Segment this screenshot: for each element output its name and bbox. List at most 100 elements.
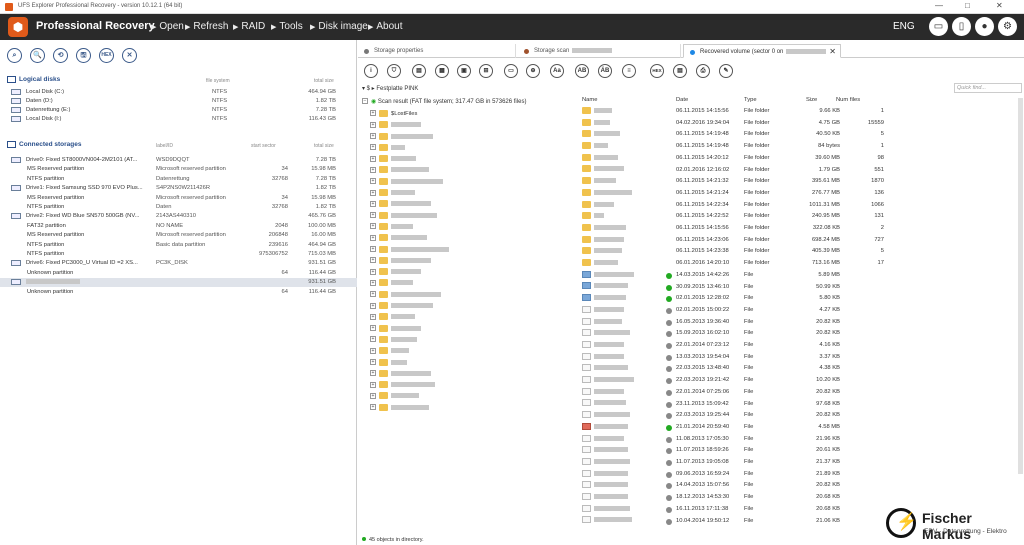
menu-about[interactable]: ▶ About — [368, 21, 403, 32]
file-list-row[interactable]: 11.07.2013 19:05:08 File 21.37 KB — [578, 457, 1024, 469]
tree-folder-item[interactable]: + — [370, 188, 415, 199]
file-list-row[interactable]: 30.09.2015 13:46:10 File 50.99 KB — [578, 282, 1024, 294]
logical-disk-row[interactable]: Local Disk (C:) NTFS 464.94 GB — [0, 88, 357, 97]
hex-icon[interactable]: HEX — [650, 64, 664, 78]
file-list-row[interactable]: 14.04.2013 15:07:56 File 20.82 KB — [578, 480, 1024, 492]
tree-folder-item[interactable]: + — [370, 346, 409, 357]
tree-folder-item[interactable]: + — [370, 301, 433, 312]
expand-icon[interactable]: + — [370, 234, 376, 241]
view-icon[interactable]: ▭ — [504, 64, 518, 78]
expand-icon[interactable]: + — [370, 404, 376, 411]
tree-folder-item[interactable]: + — [370, 154, 416, 165]
tree-folder-item[interactable]: + — [370, 143, 405, 154]
expand-icon[interactable]: + — [370, 110, 376, 117]
drive-row[interactable]: Drive0: Fixed ST8000VN004-2M2101 (AT... W… — [0, 156, 357, 165]
maximize-button[interactable]: □ — [965, 1, 970, 10]
tree-folder-item[interactable]: + — [370, 199, 431, 210]
drive-row[interactable]: Drive6: Fixed PC3000_U Virtual ID =2 XS.… — [0, 259, 357, 268]
properties-icon[interactable]: ≡ — [622, 64, 636, 78]
path-bar[interactable]: ▾ $ ▸ Festplatte PINK — [362, 85, 418, 92]
tab-2[interactable]: Recovered volume (sector 0 on ✕ — [683, 44, 841, 58]
file-list-row[interactable]: 06.11.2015 14:21:24 File folder 276.77 MB 1… — [578, 188, 1024, 200]
file-list-row[interactable]: 06.11.2015 14:23:06 File folder 698.24 MB 7… — [578, 235, 1024, 247]
expand-icon[interactable]: + — [370, 359, 376, 366]
col-type[interactable]: Type — [744, 97, 757, 103]
partition-row[interactable]: MS Reserved partition Microsoft reserved … — [0, 231, 357, 240]
partition-row[interactable]: Unknown partition 64 116.44 GB — [0, 269, 357, 278]
expand-icon[interactable]: + — [370, 381, 376, 388]
file-list-row[interactable]: 06.01.2016 14:20:10 File folder 713.16 MB 1… — [578, 258, 1024, 270]
tree-folder-item[interactable]: + — [370, 279, 413, 290]
tree-folder-item[interactable]: + — [370, 358, 407, 369]
list-scrollbar[interactable] — [1018, 98, 1023, 474]
file-list-row[interactable]: 02.01.2015 15:00:22 File 4.27 KB — [578, 305, 1024, 317]
file-list-row[interactable]: 09.06.2013 16:59:24 File 21.89 KB — [578, 469, 1024, 481]
expand-icon[interactable]: + — [370, 291, 376, 298]
file-list-row[interactable]: 04.02.2016 19:34:04 File folder 4.75 GB 155… — [578, 118, 1024, 130]
file-list-row[interactable]: 14.03.2015 14:42:26 File 5.89 MB — [578, 270, 1024, 282]
close-button[interactable]: ✕ — [996, 1, 1003, 10]
drive-row[interactable]: Drive1: Fixed Samsung SSD 970 EVO Plus..… — [0, 184, 357, 193]
file-list-row[interactable]: 23.11.2013 15:09:42 File 97.68 KB — [578, 399, 1024, 411]
expand-icon[interactable]: + — [370, 313, 376, 320]
tree-folder-item[interactable]: + — [370, 369, 431, 380]
col-name[interactable]: Name — [582, 97, 597, 103]
file-list-row[interactable]: 02.01.2016 12:16:02 File folder 1.79 GB 551 — [578, 165, 1024, 177]
file-list-row[interactable]: 06.11.2015 14:21:32 File folder 395.61 MB 1… — [578, 176, 1024, 188]
settings-gear-icon[interactable]: ⚙ — [998, 17, 1017, 36]
edit-icon[interactable]: ✎ — [719, 64, 733, 78]
expand-icon[interactable]: + — [370, 144, 376, 151]
expand-icon[interactable]: + — [370, 302, 376, 309]
col-date[interactable]: Date — [676, 97, 688, 103]
menu-tools[interactable]: ▶ Tools — [271, 21, 303, 32]
expand-icon[interactable]: + — [370, 279, 376, 286]
report-icon[interactable]: ▤ — [673, 64, 687, 78]
select-icon[interactable]: ▣ — [457, 64, 471, 78]
partition-row[interactable]: NTFS partition Datenrettung 32768 7.28 TB — [0, 175, 357, 184]
file-list-row[interactable]: 18.12.2013 14:53:30 File 20.68 KB — [578, 492, 1024, 504]
tab-0[interactable]: Storage properties — [358, 44, 516, 58]
export-icon[interactable]: ⎙ — [696, 64, 710, 78]
rename-icon[interactable]: AB — [575, 64, 589, 78]
partition-row[interactable]: Unknown partition 64 116.44 GB — [0, 288, 357, 297]
file-list-row[interactable]: 06.11.2015 14:20:12 File folder 39.60 MB 98 — [578, 153, 1024, 165]
logical-disk-row[interactable]: Local Disk (I:) NTFS 116.43 GB — [0, 115, 357, 124]
menu-open[interactable]: ▶ Open — [151, 21, 184, 32]
tree-folder-item[interactable]: + — [370, 211, 437, 222]
expand-icon[interactable]: + — [370, 268, 376, 275]
language-selector[interactable]: ENG — [893, 21, 915, 32]
partition-row[interactable]: NTFS partition Basic data partition 239616… — [0, 241, 357, 250]
tree-folder-item[interactable]: + — [370, 256, 431, 267]
file-list-row[interactable]: 06.11.2015 14:22:52 File folder 240.95 MB 1… — [578, 211, 1024, 223]
expand-icon[interactable]: + — [370, 133, 376, 140]
minimize-button[interactable]: — — [935, 1, 943, 10]
file-list-row[interactable]: 02.01.2015 12:28:02 File 5.80 KB — [578, 293, 1024, 305]
drive-row[interactable]: 931.51 GB — [0, 278, 357, 288]
expand-icon[interactable]: + — [370, 178, 376, 185]
drive-row[interactable]: Drive2: Fixed WD Blue SN570 500GB (NV...… — [0, 212, 357, 221]
tree-folder-item[interactable]: + — [370, 233, 427, 244]
tree-folder-item[interactable]: + — [370, 245, 449, 256]
scan-result-node[interactable]: − ◉ Scan result (FAT file system; 317.47 … — [362, 98, 526, 105]
file-list-row[interactable]: 22.03.2015 13:48:40 File 4.38 KB — [578, 363, 1024, 375]
scan-icon[interactable]: 🔍 — [30, 48, 45, 63]
expand-icon[interactable]: + — [370, 336, 376, 343]
partition-row[interactable]: MS Reserved partition Microsoft reserved … — [0, 165, 357, 174]
partition-row[interactable]: FAT32 partition NO NAME 2048 100.00 MB — [0, 222, 357, 231]
col-num-files[interactable]: Num files — [836, 97, 860, 103]
logical-disk-row[interactable]: Datenrettung (E:) NTFS 7.28 TB — [0, 106, 357, 115]
expand-icon[interactable]: + — [370, 392, 376, 399]
info-icon[interactable]: i — [364, 64, 378, 78]
hex-icon[interactable]: HEX — [99, 48, 114, 63]
expand-icon[interactable]: + — [370, 166, 376, 173]
expand-icon[interactable]: + — [370, 189, 376, 196]
tree-folder-item[interactable]: + — [370, 392, 419, 403]
file-list-row[interactable]: 11.07.2013 18:59:26 File 20.61 KB — [578, 445, 1024, 457]
tree-folder-item[interactable]: + — [370, 177, 443, 188]
file-list-row[interactable]: 22.03.2013 19:21:42 File 10.20 KB — [578, 375, 1024, 387]
tab-1[interactable]: Storage scan — [518, 44, 681, 58]
file-list-row[interactable]: 16.05.2013 19:36:40 File 20.82 KB — [578, 317, 1024, 329]
close-storage-icon[interactable]: ✕ — [122, 48, 137, 63]
tab-close-icon[interactable]: ✕ — [829, 45, 836, 59]
expand-icon[interactable]: + — [370, 370, 376, 377]
